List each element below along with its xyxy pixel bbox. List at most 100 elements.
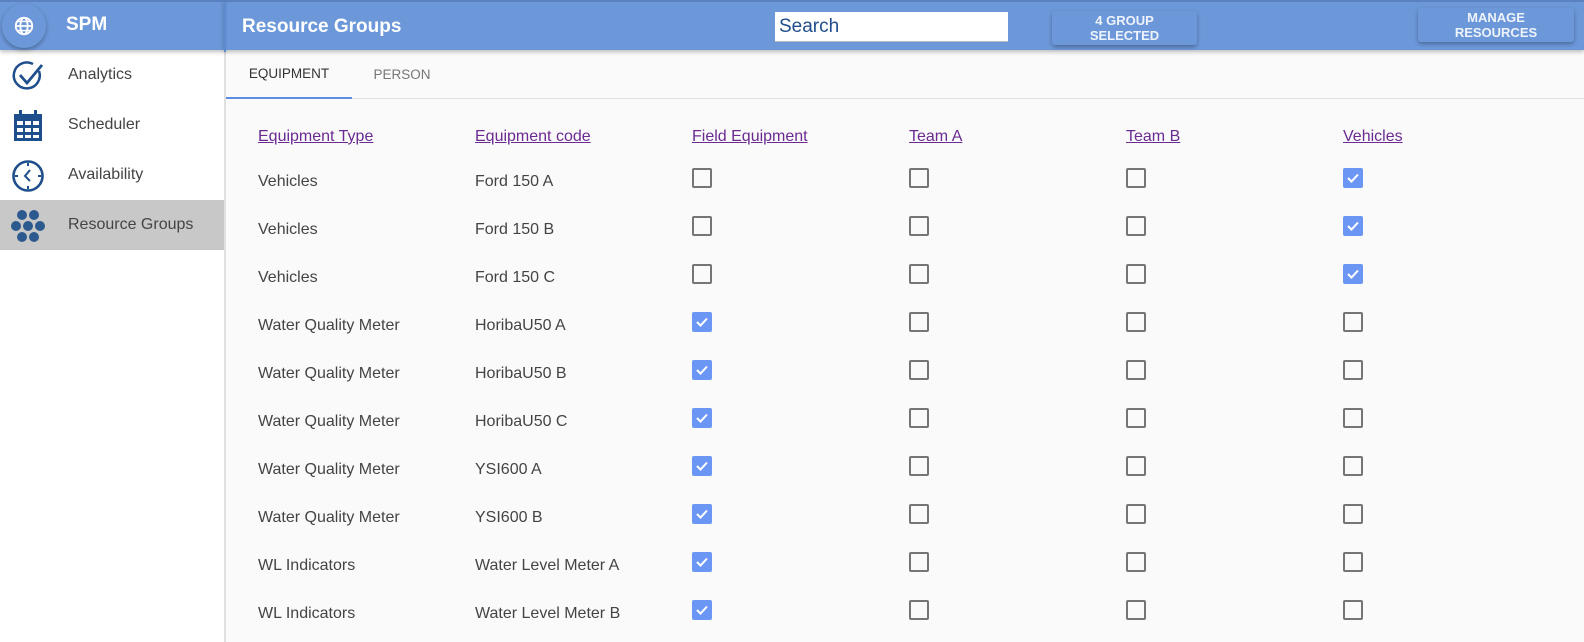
team-b-cell bbox=[1126, 398, 1343, 446]
vehicles-checkbox[interactable] bbox=[1343, 408, 1363, 428]
equipment-type-cell: Water Quality Meter bbox=[258, 413, 400, 430]
search-input[interactable] bbox=[775, 12, 1008, 42]
vehicles-checkbox[interactable] bbox=[1343, 216, 1363, 236]
team-a-checkbox[interactable] bbox=[909, 456, 929, 476]
vehicles-cell bbox=[1343, 542, 1558, 590]
globe-icon[interactable] bbox=[2, 4, 46, 48]
team-b-cell bbox=[1126, 590, 1343, 638]
equipment-code-cell: Ford 150 B bbox=[475, 221, 555, 238]
sidebar-item-resource-groups[interactable]: Resource Groups bbox=[0, 200, 224, 250]
vehicles-checkbox[interactable] bbox=[1343, 552, 1363, 572]
team-b-cell bbox=[1126, 158, 1343, 206]
field-equipment-checkbox[interactable] bbox=[692, 168, 712, 188]
checkmark-icon bbox=[1347, 269, 1359, 279]
sort-field-equipment[interactable]: Field Equipment bbox=[692, 128, 808, 145]
field-equipment-checkbox[interactable] bbox=[692, 552, 712, 572]
column-header: Team A bbox=[909, 120, 1126, 158]
checkmark-icon bbox=[696, 413, 708, 423]
team-a-checkbox[interactable] bbox=[909, 168, 929, 188]
vehicles-cell bbox=[1343, 158, 1558, 206]
vehicles-cell bbox=[1343, 350, 1558, 398]
team-b-checkbox[interactable] bbox=[1126, 216, 1146, 236]
table-row: Vehicles Ford 150 A bbox=[258, 158, 1558, 206]
team-b-checkbox[interactable] bbox=[1126, 264, 1146, 284]
team-b-checkbox[interactable] bbox=[1126, 168, 1146, 188]
vehicles-checkbox[interactable] bbox=[1343, 504, 1363, 524]
field-equipment-cell bbox=[692, 494, 909, 542]
vehicles-checkbox[interactable] bbox=[1343, 168, 1363, 188]
team-a-checkbox[interactable] bbox=[909, 264, 929, 284]
checkmark-icon bbox=[696, 557, 708, 567]
vehicles-cell bbox=[1343, 590, 1558, 638]
team-a-checkbox[interactable] bbox=[909, 408, 929, 428]
sidebar-item-analytics[interactable]: Analytics bbox=[0, 50, 224, 100]
equipment-type-cell: Water Quality Meter bbox=[258, 365, 400, 382]
vehicles-cell bbox=[1343, 446, 1558, 494]
field-equipment-checkbox[interactable] bbox=[692, 504, 712, 524]
team-a-cell bbox=[909, 494, 1126, 542]
tab-person[interactable]: PERSON bbox=[352, 50, 452, 99]
team-a-cell bbox=[909, 206, 1126, 254]
team-b-checkbox[interactable] bbox=[1126, 600, 1146, 620]
column-header: Team B bbox=[1126, 120, 1343, 158]
sort-team-a[interactable]: Team A bbox=[909, 128, 962, 145]
equipment-type-cell: Vehicles bbox=[258, 173, 318, 190]
team-a-checkbox[interactable] bbox=[909, 600, 929, 620]
vehicles-checkbox[interactable] bbox=[1343, 456, 1363, 476]
sidebar-item-scheduler[interactable]: Scheduler bbox=[0, 100, 224, 150]
table-row: Water Quality Meter YSI600 B bbox=[258, 494, 1558, 542]
team-a-cell bbox=[909, 590, 1126, 638]
vehicles-checkbox[interactable] bbox=[1343, 264, 1363, 284]
field-equipment-checkbox[interactable] bbox=[692, 600, 712, 620]
vehicles-checkbox[interactable] bbox=[1343, 312, 1363, 332]
sort-equipment-type[interactable]: Equipment Type bbox=[258, 128, 373, 145]
sidebar-item-availability[interactable]: Availability bbox=[0, 150, 224, 200]
team-b-checkbox[interactable] bbox=[1126, 456, 1146, 476]
groups-selected-button[interactable]: 4 GROUP SELECTED bbox=[1052, 11, 1197, 45]
table-row: Vehicles Ford 150 B bbox=[258, 206, 1558, 254]
field-equipment-cell bbox=[692, 350, 909, 398]
team-a-checkbox[interactable] bbox=[909, 360, 929, 380]
equipment-type-cell: Water Quality Meter bbox=[258, 509, 400, 526]
team-a-checkbox[interactable] bbox=[909, 216, 929, 236]
equipment-code-cell: HoribaU50 A bbox=[475, 317, 566, 334]
equipment-code-cell: HoribaU50 B bbox=[475, 365, 567, 382]
field-equipment-cell bbox=[692, 302, 909, 350]
field-equipment-checkbox[interactable] bbox=[692, 456, 712, 476]
manage-resources-button[interactable]: MANAGE RESOURCES bbox=[1418, 8, 1574, 42]
team-a-checkbox[interactable] bbox=[909, 552, 929, 572]
tab-bar: EQUIPMENT PERSON bbox=[226, 50, 1584, 99]
tab-equipment[interactable]: EQUIPMENT bbox=[226, 50, 352, 99]
team-a-checkbox[interactable] bbox=[909, 312, 929, 332]
equipment-type-cell: Vehicles bbox=[258, 269, 318, 286]
team-b-checkbox[interactable] bbox=[1126, 504, 1146, 524]
team-b-checkbox[interactable] bbox=[1126, 360, 1146, 380]
field-equipment-cell bbox=[692, 206, 909, 254]
sort-vehicles[interactable]: Vehicles bbox=[1343, 128, 1403, 145]
vehicles-checkbox[interactable] bbox=[1343, 600, 1363, 620]
team-a-cell bbox=[909, 446, 1126, 494]
team-b-checkbox[interactable] bbox=[1126, 552, 1146, 572]
field-equipment-checkbox[interactable] bbox=[692, 216, 712, 236]
equipment-code-cell: Water Level Meter A bbox=[475, 557, 620, 574]
page-title: Resource Groups bbox=[242, 16, 402, 37]
field-equipment-checkbox[interactable] bbox=[692, 408, 712, 428]
team-a-cell bbox=[909, 350, 1126, 398]
field-equipment-checkbox[interactable] bbox=[692, 264, 712, 284]
field-equipment-cell bbox=[692, 398, 909, 446]
field-equipment-checkbox[interactable] bbox=[692, 312, 712, 332]
field-equipment-checkbox[interactable] bbox=[692, 360, 712, 380]
sidebar: Analytics Scheduler Availability Resourc… bbox=[0, 50, 226, 642]
team-a-checkbox[interactable] bbox=[909, 504, 929, 524]
team-b-cell bbox=[1126, 494, 1343, 542]
vehicles-checkbox[interactable] bbox=[1343, 360, 1363, 380]
sort-equipment-code[interactable]: Equipment code bbox=[475, 128, 591, 145]
column-header: Equipment code bbox=[475, 120, 692, 158]
team-b-checkbox[interactable] bbox=[1126, 312, 1146, 332]
equipment-code-cell: YSI600 B bbox=[475, 509, 543, 526]
field-equipment-cell bbox=[692, 542, 909, 590]
equipment-code-cell: Water Level Meter B bbox=[475, 605, 621, 622]
team-b-cell bbox=[1126, 254, 1343, 302]
team-b-checkbox[interactable] bbox=[1126, 408, 1146, 428]
sort-team-b[interactable]: Team B bbox=[1126, 128, 1180, 145]
